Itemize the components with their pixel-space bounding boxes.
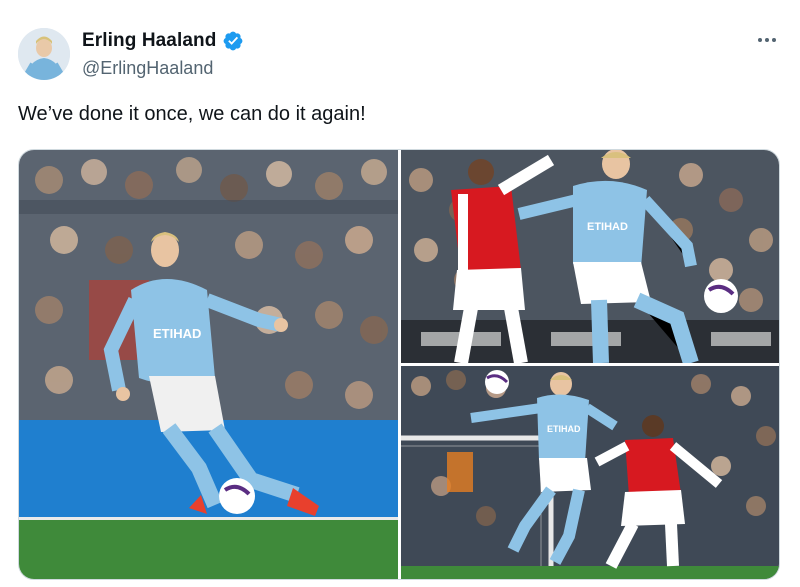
tweet-text: We’ve done it once, we can do it again!: [18, 103, 366, 125]
more-dot-icon: [765, 38, 769, 42]
media-photo-3[interactable]: ETIHAD: [401, 366, 779, 579]
avatar[interactable]: [18, 28, 70, 80]
more-options-button[interactable]: [752, 28, 782, 52]
tweet: Erling Haaland @ErlingHaaland We’ve done…: [0, 0, 800, 587]
jersey-sponsor-text: ETIHAD: [587, 221, 628, 233]
photo-haaland-challenge-icon: ETIHAD: [401, 366, 779, 579]
display-name[interactable]: Erling Haaland: [82, 30, 216, 52]
media-photo-2[interactable]: ETIHAD: [401, 150, 779, 363]
jersey-sponsor-text: ETIHAD: [153, 326, 201, 341]
media-photo-1[interactable]: ETIHAD: [19, 150, 398, 579]
media-grid: ETIHAD ETIHAD ETIHAD: [18, 149, 780, 580]
author-name-row: Erling Haaland: [82, 30, 244, 52]
photo-haaland-dribbling-icon: ETIHAD: [19, 150, 398, 579]
avatar-photo-icon: [18, 28, 70, 80]
more-dot-icon: [758, 38, 762, 42]
verified-badge-icon: [224, 31, 243, 51]
more-dot-icon: [772, 38, 776, 42]
author-handle[interactable]: @ErlingHaaland: [82, 58, 213, 79]
photo-haaland-shielding-ball-icon: ETIHAD: [401, 150, 779, 363]
jersey-sponsor-text: ETIHAD: [547, 424, 581, 434]
